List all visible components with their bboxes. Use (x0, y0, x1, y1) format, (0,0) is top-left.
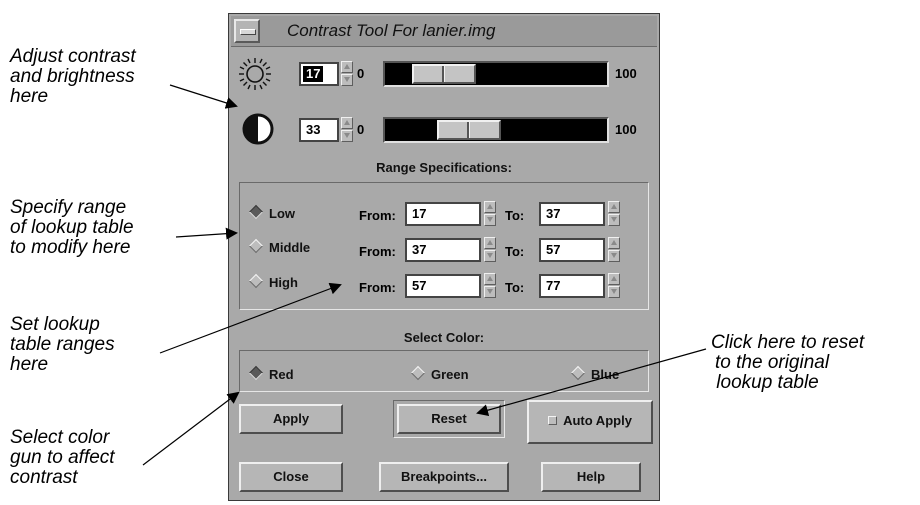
leader-adjust (169, 84, 238, 109)
leader-set (159, 282, 342, 354)
leader-specify (175, 227, 238, 240)
leader-select (142, 391, 240, 466)
leader-reset (476, 348, 707, 417)
callout-leaders (142, 84, 707, 466)
